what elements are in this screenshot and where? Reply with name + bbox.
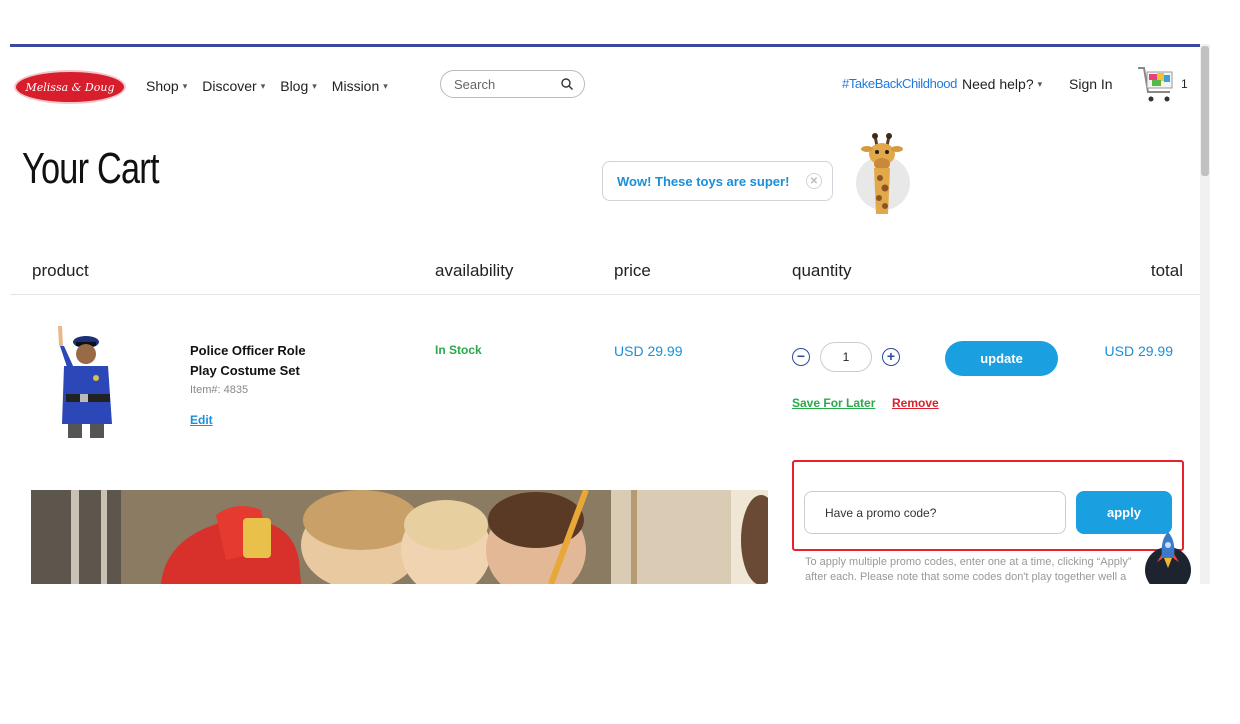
page-title: Your Cart xyxy=(22,144,159,193)
mascot-speech-bubble: Wow! These toys are super! ✕ xyxy=(602,161,833,201)
browser-viewport: Melissa & Doug Shop ▾ Discover ▾ Blog ▾ Mis… xyxy=(10,44,1210,584)
vertical-scrollbar[interactable] xyxy=(1200,44,1210,584)
nav-discover[interactable]: Discover ▾ xyxy=(202,78,265,94)
nav-blog-label: Blog xyxy=(280,78,309,94)
nav-shop[interactable]: Shop ▾ xyxy=(146,78,187,94)
column-header-quantity: quantity xyxy=(792,261,852,280)
product-image[interactable] xyxy=(50,324,122,439)
giraffe-mascot-icon[interactable] xyxy=(853,132,913,214)
promo-help-line-2: after each. Please note that some codes … xyxy=(805,571,1127,583)
product-item-number: Item#: 4835 xyxy=(190,384,249,396)
save-for-later-link[interactable]: Save For Later xyxy=(792,396,875,410)
column-header-total: total xyxy=(1150,261,1183,280)
logo-text: Melissa & Doug xyxy=(25,80,115,94)
hashtag-link[interactable]: #TakeBackChildhood xyxy=(842,76,957,91)
product-name[interactable]: Police Officer Role Play Costume Set xyxy=(190,341,320,381)
chevron-down-icon: ▾ xyxy=(1037,78,1043,89)
mascot-message: Wow! These toys are super! xyxy=(617,173,790,189)
chevron-down-icon: ▾ xyxy=(260,80,266,91)
need-help-menu[interactable]: Need help? ▾ xyxy=(962,76,1042,92)
top-accent-bar xyxy=(10,44,1200,47)
main-nav: Shop ▾ Discover ▾ Blog ▾ Mission ▾ xyxy=(146,78,388,94)
item-total: USD 29.99 xyxy=(1104,343,1173,359)
remove-link[interactable]: Remove xyxy=(892,396,939,410)
shopping-cart-icon[interactable] xyxy=(1136,62,1176,106)
chevron-down-icon: ▾ xyxy=(383,80,388,91)
column-header-product: product xyxy=(32,261,89,280)
increase-quantity-button[interactable]: + xyxy=(882,348,900,366)
promo-help-text: To apply multiple promo codes, enter one… xyxy=(805,555,1155,584)
promo-code-input[interactable]: Have a promo code? xyxy=(804,491,1066,534)
table-header-divider xyxy=(10,294,1200,295)
search-icon[interactable] xyxy=(560,77,574,91)
cart-count: 1 xyxy=(1181,77,1188,91)
brand-logo[interactable]: Melissa & Doug xyxy=(16,72,124,102)
search-input[interactable]: Search xyxy=(440,70,585,98)
need-help-label: Need help? xyxy=(962,76,1034,92)
chevron-down-icon: ▾ xyxy=(312,80,317,91)
scrollbar-thumb[interactable] xyxy=(1201,46,1209,176)
promo-help-line-1: To apply multiple promo codes, enter one… xyxy=(805,556,1132,568)
nav-mission-label: Mission xyxy=(331,78,380,94)
column-header-price: price xyxy=(614,261,651,280)
close-icon[interactable]: ✕ xyxy=(806,173,822,189)
item-price: USD 29.99 xyxy=(614,343,683,359)
quantity-input[interactable]: 1 xyxy=(820,342,872,372)
search-placeholder: Search xyxy=(454,76,496,92)
nav-blog[interactable]: Blog ▾ xyxy=(280,78,317,94)
nav-mission[interactable]: Mission ▾ xyxy=(332,78,388,94)
sign-in-link[interactable]: Sign In xyxy=(1069,76,1113,92)
column-header-availability: availability xyxy=(435,261,514,280)
decrease-quantity-button[interactable]: − xyxy=(792,348,810,366)
edit-link[interactable]: Edit xyxy=(190,413,213,427)
chevron-down-icon: ▾ xyxy=(182,80,188,91)
promo-banner-image[interactable] xyxy=(31,490,768,584)
nav-discover-label: Discover xyxy=(202,78,257,94)
nav-shop-label: Shop xyxy=(146,78,179,94)
back-to-top-rocket-icon[interactable] xyxy=(1144,528,1192,584)
availability-status: In Stock xyxy=(435,343,482,357)
update-button[interactable]: update xyxy=(945,341,1058,376)
